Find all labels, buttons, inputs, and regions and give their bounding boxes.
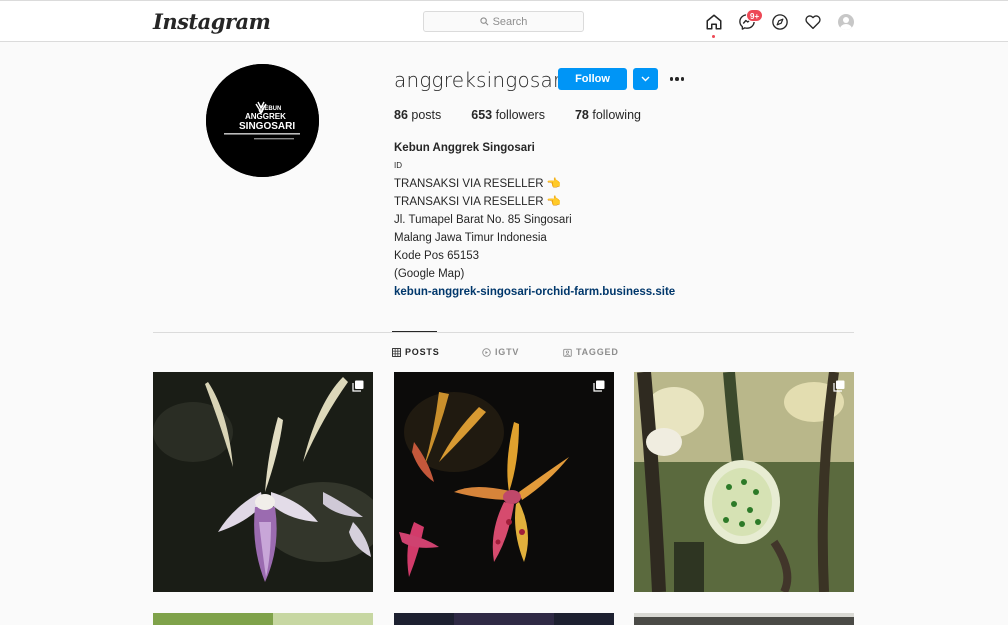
profile-picture[interactable]: KEBUN ANGGREK SINGOSARI bbox=[206, 64, 319, 177]
compass-icon bbox=[772, 14, 788, 30]
tabs-divider bbox=[153, 332, 854, 333]
following-stat[interactable]: 78 following bbox=[575, 108, 641, 122]
followers-label: followers bbox=[495, 108, 545, 122]
post-thumbnail[interactable] bbox=[394, 613, 614, 625]
profile-username: anggreksingosari bbox=[394, 68, 568, 92]
grid-icon bbox=[392, 347, 401, 357]
tab-tagged-label: TAGGED bbox=[576, 347, 619, 357]
followers-stat[interactable]: 653 followers bbox=[471, 108, 545, 122]
post-thumbnail[interactable] bbox=[394, 372, 614, 592]
instagram-logo[interactable]: Instagram bbox=[153, 9, 271, 34]
bio-city: Malang Jawa Timur Indonesia bbox=[394, 232, 547, 244]
post-thumbnail[interactable] bbox=[634, 613, 854, 625]
bio-name: Kebun Anggrek Singosari bbox=[394, 142, 535, 154]
farm-logo-icon: KEBUN ANGGREK SINGOSARI bbox=[206, 64, 319, 177]
messages-button[interactable]: 9+ bbox=[738, 9, 764, 31]
igtv-icon bbox=[482, 347, 491, 357]
bio-postcode: Kode Pos 65153 bbox=[394, 250, 480, 262]
chevron-down-icon bbox=[641, 76, 650, 82]
orchid-photo bbox=[153, 613, 373, 625]
tab-tagged[interactable]: TAGGED bbox=[563, 347, 619, 357]
follow-button[interactable]: Follow bbox=[558, 68, 627, 90]
post-thumbnail[interactable] bbox=[153, 372, 373, 592]
post-thumbnail[interactable] bbox=[634, 372, 854, 592]
multiple-photos-icon bbox=[593, 380, 605, 392]
home-icon bbox=[706, 14, 722, 30]
posts-count: 86 bbox=[394, 108, 408, 122]
orchid-photo bbox=[153, 372, 373, 592]
suggested-accounts-button[interactable] bbox=[633, 68, 658, 90]
more-options-button[interactable] bbox=[666, 71, 688, 87]
tagged-icon bbox=[563, 348, 572, 357]
more-dot-icon bbox=[680, 77, 685, 81]
bio-address: Jl. Tumapel Barat No. 85 Singosari bbox=[394, 214, 572, 226]
posts-label: posts bbox=[411, 108, 442, 122]
search-placeholder: Search bbox=[492, 15, 528, 28]
home-active-dot bbox=[712, 35, 715, 38]
bio-language: ID bbox=[394, 161, 402, 170]
posts-stat: 86 posts bbox=[394, 108, 441, 122]
user-avatar[interactable] bbox=[838, 14, 854, 30]
post-thumbnail[interactable] bbox=[153, 613, 373, 625]
multiple-photos-icon bbox=[833, 380, 845, 392]
following-label: following bbox=[592, 108, 641, 122]
search-input[interactable]: Search bbox=[423, 11, 584, 32]
active-tab-indicator bbox=[392, 331, 437, 332]
tab-posts-label: POSTS bbox=[405, 347, 440, 357]
multiple-photos-icon bbox=[352, 380, 364, 392]
search-icon bbox=[479, 17, 489, 26]
home-button[interactable] bbox=[705, 13, 723, 38]
tab-igtv[interactable]: IGTV bbox=[482, 347, 519, 357]
explore-button[interactable] bbox=[771, 13, 789, 31]
orchid-photo bbox=[634, 372, 854, 592]
top-navbar: Instagram Search 9+ bbox=[0, 0, 1008, 42]
profile-stats: 86 posts 653 followers 78 following bbox=[394, 108, 671, 122]
bio-line: TRANSAKSI VIA RESELLER 👈 bbox=[394, 196, 562, 208]
followers-count: 653 bbox=[471, 108, 493, 122]
logo-line-3: SINGOSARI bbox=[239, 121, 295, 132]
orchid-photo bbox=[634, 613, 854, 625]
more-dot-icon bbox=[669, 77, 674, 81]
heart-icon bbox=[805, 15, 821, 30]
orchid-photo bbox=[394, 372, 614, 592]
activity-button[interactable] bbox=[804, 13, 822, 31]
bio-website-link[interactable]: kebun-anggrek-singosari-orchid-farm.busi… bbox=[394, 283, 675, 301]
profile-bio: Kebun Anggrek Singosari ID TRANSAKSI VIA… bbox=[394, 139, 675, 301]
logo-line-2: ANGGREK bbox=[245, 112, 286, 121]
more-dot-icon bbox=[675, 77, 679, 81]
following-count: 78 bbox=[574, 108, 589, 122]
tab-igtv-label: IGTV bbox=[495, 347, 520, 357]
bio-line: TRANSAKSI VIA RESELLER 👈 bbox=[394, 178, 562, 190]
orchid-photo bbox=[394, 613, 614, 625]
tab-posts[interactable]: POSTS bbox=[392, 347, 440, 357]
bio-map: (Google Map) bbox=[394, 268, 465, 280]
messages-badge: 9+ bbox=[746, 9, 764, 22]
